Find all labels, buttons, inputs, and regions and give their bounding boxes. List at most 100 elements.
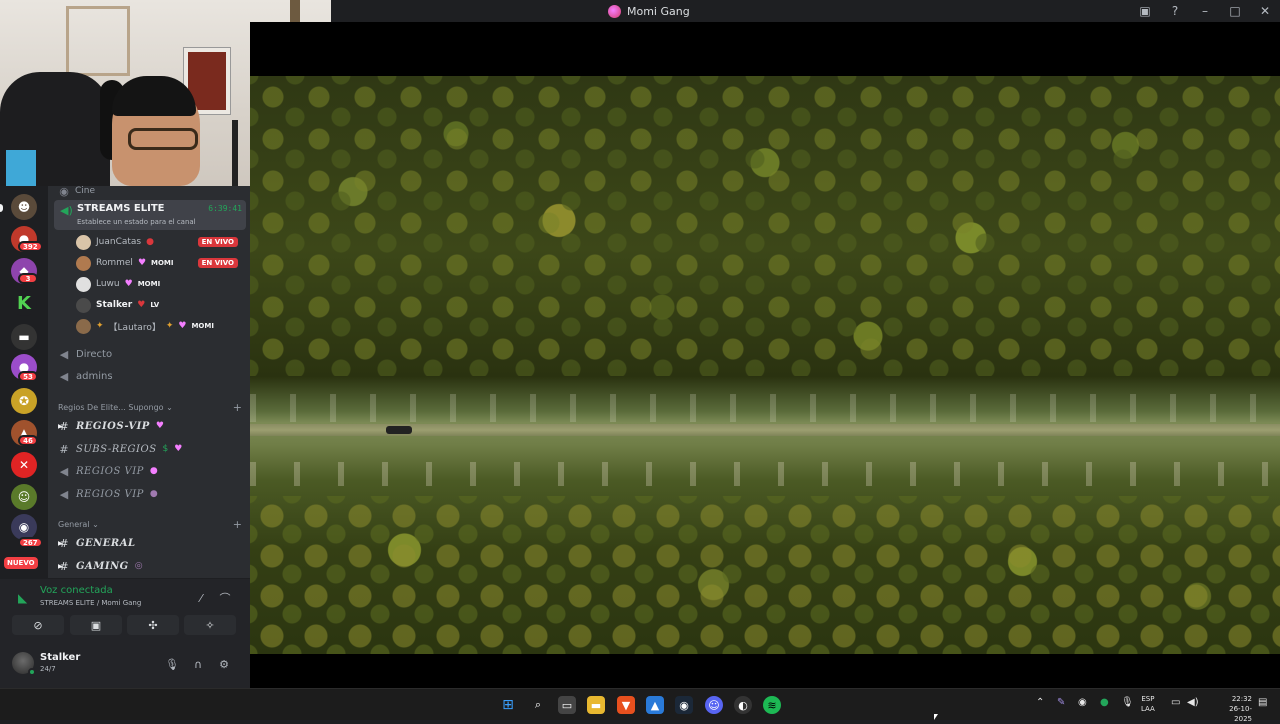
member-row[interactable]: Stalker ♥ LV	[76, 296, 246, 314]
mic-arm	[232, 120, 238, 186]
channel-above[interactable]: ◉ Cine	[58, 186, 228, 200]
clock-time: 22:32	[1231, 695, 1252, 703]
username[interactable]: Stalker	[40, 652, 80, 663]
heart-icon: ♥	[174, 444, 183, 454]
unread-indicator: ▶	[58, 563, 63, 570]
channel-label: REGIOS VIP	[76, 465, 144, 477]
kick-server-icon[interactable]: K	[11, 290, 37, 316]
close-icon[interactable]: ✕	[1250, 0, 1280, 22]
discord-icon[interactable]: ☺	[705, 696, 723, 714]
maximize-icon[interactable]: □	[1220, 0, 1250, 22]
server-badge-3: 53	[18, 371, 38, 382]
member-row[interactable]: Rommel ♥ MOMI EN VIVO	[76, 254, 246, 272]
server-icon-8[interactable]: ✕	[11, 452, 37, 478]
chevron-up-icon[interactable]: ⌃	[1036, 697, 1044, 708]
user-status: 24/7	[40, 665, 56, 673]
channel-regios-vip-2[interactable]: ◀ REGIOS VIP ●	[58, 462, 242, 480]
network-icon[interactable]: ▭	[1171, 697, 1180, 708]
stream-video[interactable]	[250, 76, 1280, 654]
heart-icon: ♥	[124, 279, 133, 289]
member-name: Luwu	[96, 279, 120, 289]
channel-label: REGIOS VIP	[76, 488, 144, 500]
chevron-down-icon: ⌄	[166, 402, 173, 412]
heart-icon: ♥	[137, 300, 146, 310]
forest-canopy-top	[250, 76, 1280, 376]
member-tag: LV	[150, 301, 160, 309]
user-panel: Stalker 24/7 🎙 ∩ ⚙	[0, 640, 250, 688]
voice-connected-channel[interactable]: STREAMS ELITE / Momi Gang	[40, 599, 141, 607]
channel-regios-vip-3[interactable]: ◀ REGIOS VIP ●	[58, 485, 242, 503]
channel-gaming[interactable]: ▶ # GAMING ◎	[58, 557, 242, 575]
server-icon-6[interactable]: ✪	[11, 388, 37, 414]
stream-viewer[interactable]	[250, 22, 1280, 688]
member-row[interactable]: Luwu ♥ MOMI	[76, 275, 246, 293]
voice-channel-streams-elite[interactable]: ◀) STREAMS ELITE 6:39:41 Establece un es…	[54, 200, 246, 230]
avatar	[76, 276, 91, 292]
language-indicator[interactable]: ESP LAA	[1141, 694, 1155, 714]
member-tag: MOMI	[137, 280, 161, 288]
member-row[interactable]: JuanCatas ● EN VIVO	[76, 233, 246, 251]
channel-regios-vip[interactable]: ▶ # REGIOS-VIP ♥	[58, 417, 242, 435]
pen-icon[interactable]: ✎	[1057, 697, 1065, 708]
roadside-trees-top	[250, 394, 1280, 422]
minimize-icon[interactable]: –	[1190, 0, 1220, 22]
category-regios[interactable]: Regios De Elite... Supongo ⌄ +	[58, 400, 242, 414]
signal-icon[interactable]: ◣	[18, 591, 27, 605]
cat-icon: ✦	[165, 321, 174, 331]
category-general[interactable]: General ⌄ +	[58, 517, 242, 531]
category-label: General	[58, 519, 90, 529]
cat-icon: ✦	[96, 321, 104, 331]
avatar	[76, 234, 91, 250]
inbox-icon[interactable]: ▣	[1130, 0, 1160, 22]
forest-canopy-bottom	[250, 496, 1280, 654]
channel-subs-regios[interactable]: # SUBS-REGIOS $ ♥	[58, 440, 242, 458]
volume-icon[interactable]: ◀)	[1187, 697, 1199, 708]
server-icon-9[interactable]: ☺	[11, 484, 37, 510]
keyboard-layout: LAA	[1141, 705, 1155, 713]
hash-icon: #	[59, 442, 69, 456]
money-icon: $	[162, 444, 169, 454]
roadside-trees-bottom	[250, 462, 1280, 486]
noise-suppression-icon[interactable]: ⁄	[192, 589, 210, 607]
microphone-icon[interactable]: 🎙	[164, 656, 180, 672]
server-icon-4[interactable]: ▬	[11, 324, 37, 350]
add-channel-icon[interactable]: +	[233, 518, 242, 531]
add-channel-icon[interactable]: +	[233, 401, 242, 414]
status-dot-icon[interactable]: ●	[1100, 697, 1109, 708]
window-title-text: Momi Gang	[627, 4, 690, 18]
brave-browser-icon[interactable]: ▼	[617, 696, 635, 714]
headphones-icon[interactable]: ∩	[190, 656, 206, 672]
help-icon[interactable]: ?	[1160, 0, 1190, 22]
soundboard-button[interactable]: ✧	[184, 615, 236, 635]
file-explorer-icon[interactable]: ▬	[587, 696, 605, 714]
photos-icon[interactable]: ▲	[646, 696, 664, 714]
channel-label: REGIOS-VIP	[76, 420, 150, 432]
activities-button[interactable]: ✣	[127, 615, 179, 635]
microphone-tray-icon[interactable]: 🎙	[1121, 697, 1134, 708]
camera-off-button[interactable]: ⊘	[12, 615, 64, 635]
screen-share-button[interactable]: ▣	[70, 615, 122, 635]
wall-frame	[66, 6, 130, 76]
server-icon-1[interactable]: ☻	[11, 194, 37, 220]
channel-label: SUBS-REGIOS	[76, 443, 157, 455]
windows-start-icon[interactable]: ⊞	[499, 696, 517, 714]
notification-icon[interactable]: ▤	[1258, 697, 1267, 708]
voice-connection-panel: ◣ Voz conectada STREAMS ELITE / Momi Gan…	[0, 578, 250, 640]
taskbar: ⊞ ⌕ ▭ ▬ ▼ ▲ ◉ ☺ ◐ ≋ ⌃ ✎ ◉ ● 🎙 ESP LAA ▭ …	[0, 688, 1280, 723]
settings-gear-icon[interactable]: ⚙	[216, 656, 232, 672]
steam-icon[interactable]: ◉	[675, 696, 693, 714]
member-row[interactable]: ✦ 【Lautaro】 ✦ ♥ MOMI	[76, 317, 246, 335]
search-icon[interactable]: ⌕	[529, 696, 547, 714]
obs-icon[interactable]: ◐	[734, 696, 752, 714]
channel-admins[interactable]: ◀ admins	[58, 367, 242, 385]
task-view-icon[interactable]: ▭	[558, 696, 576, 714]
steam-tray-icon[interactable]: ◉	[1078, 697, 1087, 708]
voice-connected-label[interactable]: Voz conectada	[40, 585, 113, 596]
channel-status-prompt[interactable]: Establece un estado para el canal	[77, 218, 196, 226]
channel-directo[interactable]: ◀ Directo	[58, 345, 242, 363]
member-name: Rommel	[96, 258, 133, 268]
clock-date: 26-10-2025	[1229, 705, 1252, 723]
channel-general[interactable]: ▶ # GENERAL	[58, 534, 242, 552]
spotify-icon[interactable]: ≋	[763, 696, 781, 714]
disconnect-icon[interactable]: ⌒	[216, 589, 234, 607]
